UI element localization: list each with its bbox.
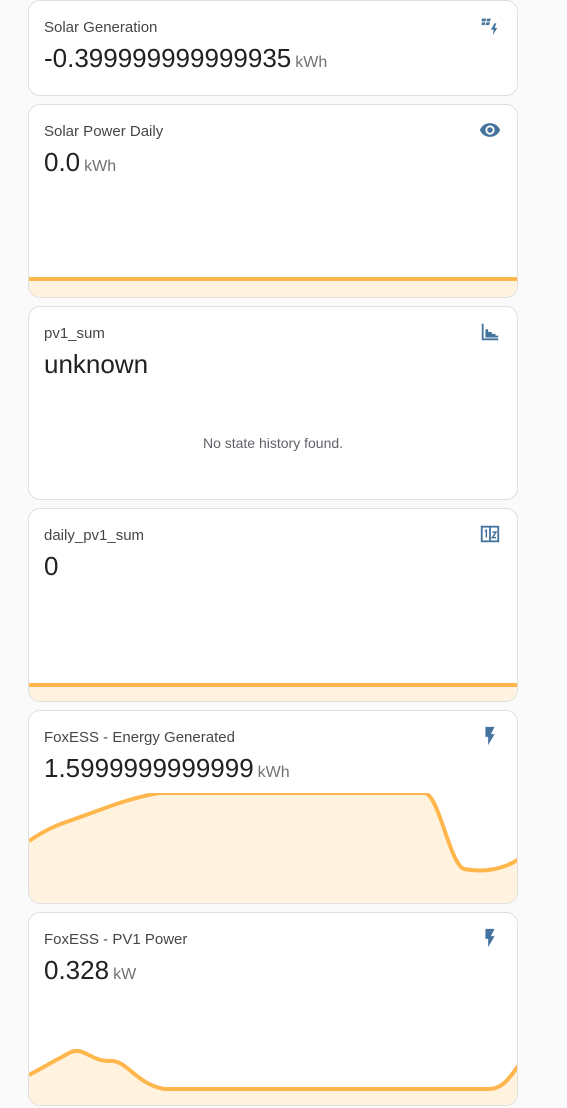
state-unit: kWh — [257, 764, 290, 781]
solar-power-icon — [479, 15, 501, 37]
history-graph — [29, 793, 517, 903]
graph-fill — [29, 685, 517, 701]
card-state: 0.328 kW — [44, 955, 136, 986]
history-graph — [29, 277, 517, 297]
card-state: 0 — [44, 551, 58, 582]
card-state: 1.5999999999999 kWh — [44, 753, 290, 784]
card-title: FoxESS - Energy Generated — [44, 729, 235, 746]
state-value: unknown — [44, 349, 149, 379]
state-value: 0.0 — [44, 147, 81, 177]
state-unit: kW — [113, 966, 137, 983]
sensor-card-pv1-sum[interactable]: pv1_sum unknown No state history found. — [28, 306, 518, 500]
flash-icon — [479, 725, 501, 747]
sensor-card-solar-generation[interactable]: Solar Generation -0.399999999999935 kWh — [28, 0, 518, 96]
card-state: 0.0 kWh — [44, 147, 116, 178]
sensor-card-daily-pv1-sum[interactable]: daily_pv1_sum 0 — [28, 508, 518, 702]
eye-icon — [479, 119, 501, 141]
no-history-message: No state history found. — [202, 435, 344, 451]
history-graph — [29, 683, 517, 701]
chart-histogram-icon — [479, 321, 501, 343]
sensor-card-solar-power-daily[interactable]: Solar Power Daily 0.0 kWh — [28, 104, 518, 298]
card-state: unknown — [44, 349, 148, 380]
card-state: -0.399999999999935 kWh — [44, 43, 327, 74]
card-title: daily_pv1_sum — [44, 527, 145, 544]
state-value: 0.328 — [44, 955, 110, 985]
state-value: -0.399999999999935 — [44, 43, 292, 73]
state-value: 1.5999999999999 — [44, 753, 254, 783]
sensor-card-foxess-energy-generated[interactable]: FoxESS - Energy Generated 1.599999999999… — [28, 710, 518, 904]
card-title: FoxESS - PV1 Power — [44, 931, 188, 948]
state-unit: kWh — [84, 158, 117, 175]
history-graph — [29, 1048, 517, 1105]
card-title: Solar Power Daily — [44, 123, 164, 140]
state-unit: kWh — [295, 54, 328, 71]
graph-fill — [29, 279, 517, 297]
state-value: 0 — [44, 551, 59, 581]
card-title: Solar Generation — [44, 19, 158, 36]
card-title: pv1_sum — [44, 325, 105, 342]
sensor-card-foxess-pv1-power[interactable]: FoxESS - PV1 Power 0.328 kW — [28, 912, 518, 1106]
counter-icon — [479, 523, 501, 545]
flash-icon — [479, 927, 501, 949]
